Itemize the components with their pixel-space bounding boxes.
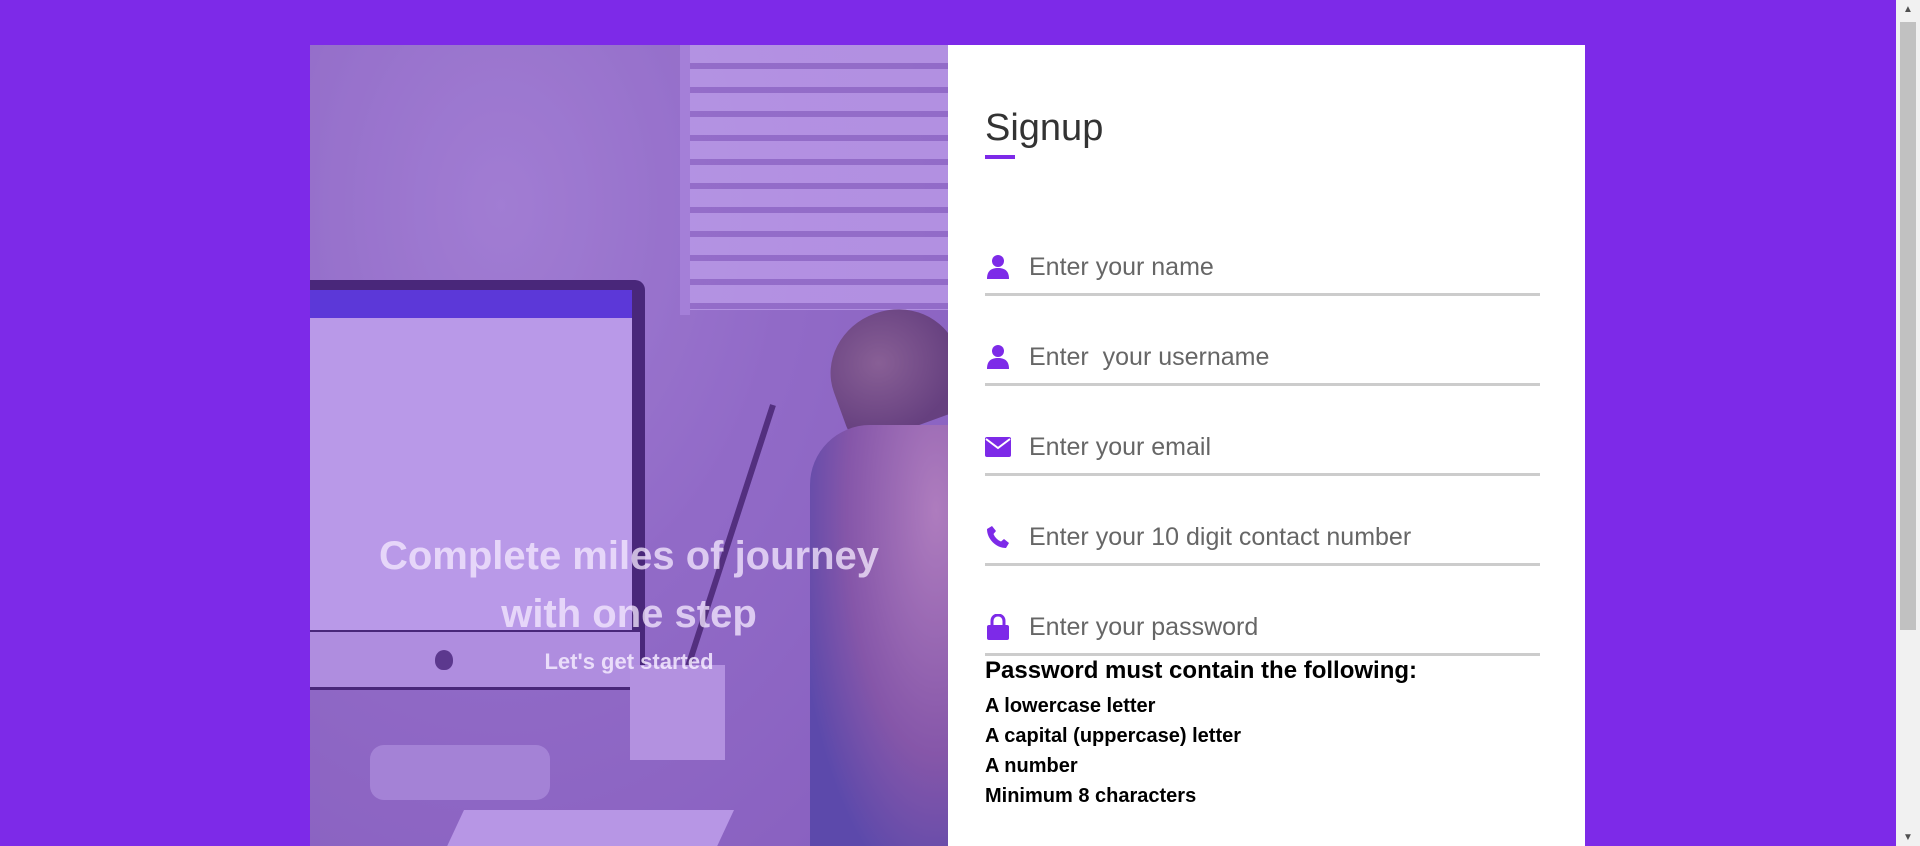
- title-underline: [985, 155, 1015, 159]
- phone-icon: [985, 524, 1011, 550]
- email-input[interactable]: [1029, 432, 1529, 462]
- page: Complete miles of journey with one step …: [0, 0, 1920, 846]
- contact-input[interactable]: [1029, 522, 1529, 552]
- scrollbar-thumb[interactable]: [1900, 22, 1916, 630]
- password-input[interactable]: [1029, 612, 1529, 642]
- lock-icon: [985, 614, 1011, 640]
- contact-field: [985, 511, 1540, 566]
- scroll-down-arrow-icon[interactable]: ▼: [1896, 828, 1920, 846]
- user-icon: [985, 344, 1011, 370]
- vertical-scrollbar[interactable]: ▲ ▼: [1896, 0, 1920, 846]
- password-rule-number: A number: [985, 755, 1078, 777]
- password-requirements-heading: Password must contain the following:: [985, 657, 1418, 684]
- signup-card: Complete miles of journey with one step …: [310, 45, 1585, 846]
- cover-title: Complete miles of journey with one step: [310, 527, 948, 643]
- cover-text: Complete miles of journey with one step …: [310, 527, 948, 675]
- username-input[interactable]: [1029, 342, 1529, 372]
- form-title: Signup: [985, 107, 1104, 149]
- cover-overlay: [310, 45, 948, 846]
- envelope-icon: [985, 434, 1011, 460]
- password-field: [985, 601, 1540, 656]
- password-rule-lowercase: A lowercase letter: [985, 695, 1156, 717]
- email-field: [985, 421, 1540, 476]
- cover-title-line-2: with one step: [501, 592, 757, 636]
- name-field: [985, 241, 1540, 296]
- password-requirements: Password must contain the following: A l…: [985, 657, 1417, 811]
- password-rule-uppercase: A capital (uppercase) letter: [985, 725, 1242, 747]
- signup-form: Signup Enter your name Enter your userna…: [948, 45, 1585, 846]
- scroll-up-arrow-icon[interactable]: ▲: [1896, 0, 1920, 18]
- cover-image-panel: Complete miles of journey with one step …: [310, 45, 948, 846]
- password-rule-length: Minimum 8 characters: [985, 785, 1197, 807]
- user-icon: [985, 254, 1011, 280]
- cover-subtitle: Let's get started: [544, 649, 714, 674]
- name-input[interactable]: [1029, 252, 1529, 282]
- username-field: [985, 331, 1540, 386]
- cover-title-line-1: Complete miles of journey: [378, 534, 880, 578]
